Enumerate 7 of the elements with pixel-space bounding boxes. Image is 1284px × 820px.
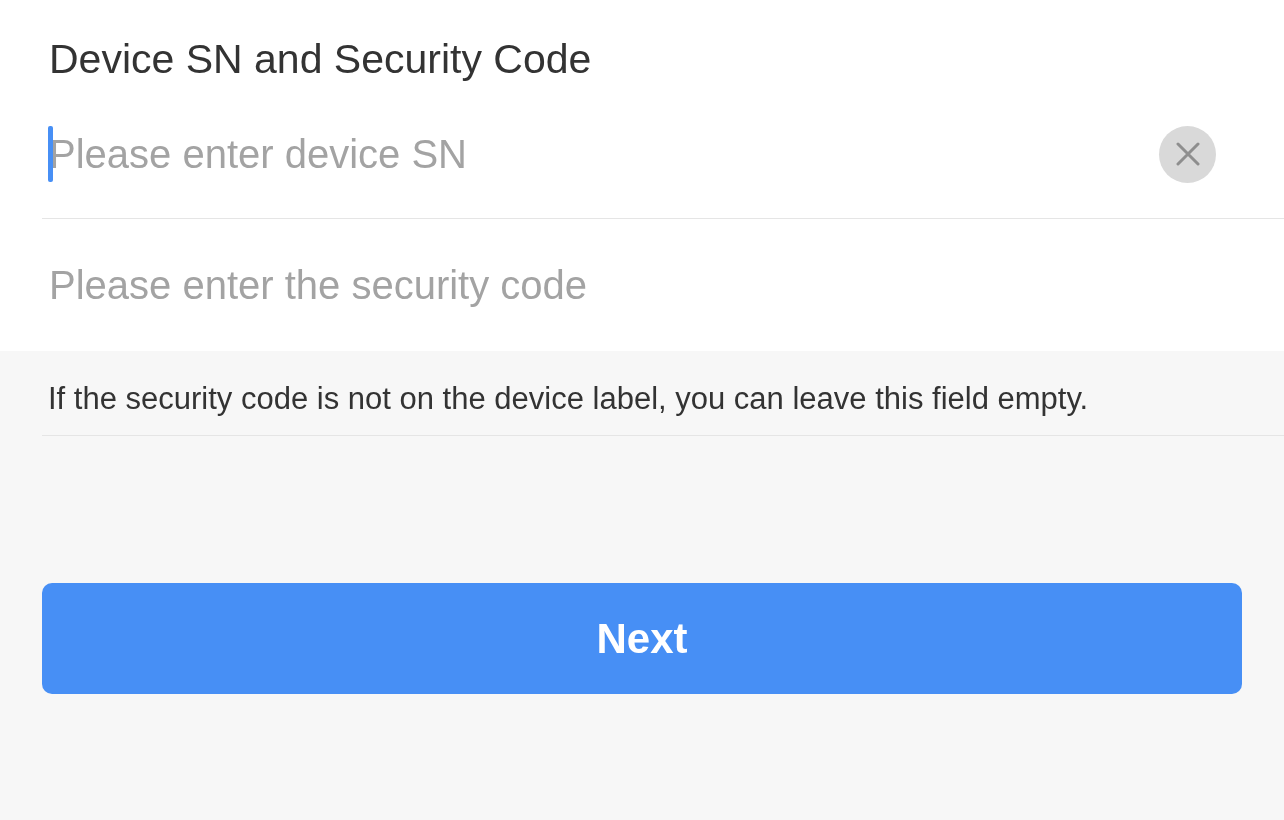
next-button[interactable]: Next	[42, 583, 1242, 694]
clear-button[interactable]	[1159, 125, 1216, 183]
input-field[interactable]: Please enter device SN	[42, 124, 1159, 184]
section-title: Device SN and Security Code	[48, 35, 593, 84]
close-icon	[1175, 142, 1200, 166]
hint-text: If the security code is not on the device label, you can leave this field empty.	[48, 380, 1090, 418]
input-field[interactable]: Please enter the security code	[42, 255, 1284, 315]
